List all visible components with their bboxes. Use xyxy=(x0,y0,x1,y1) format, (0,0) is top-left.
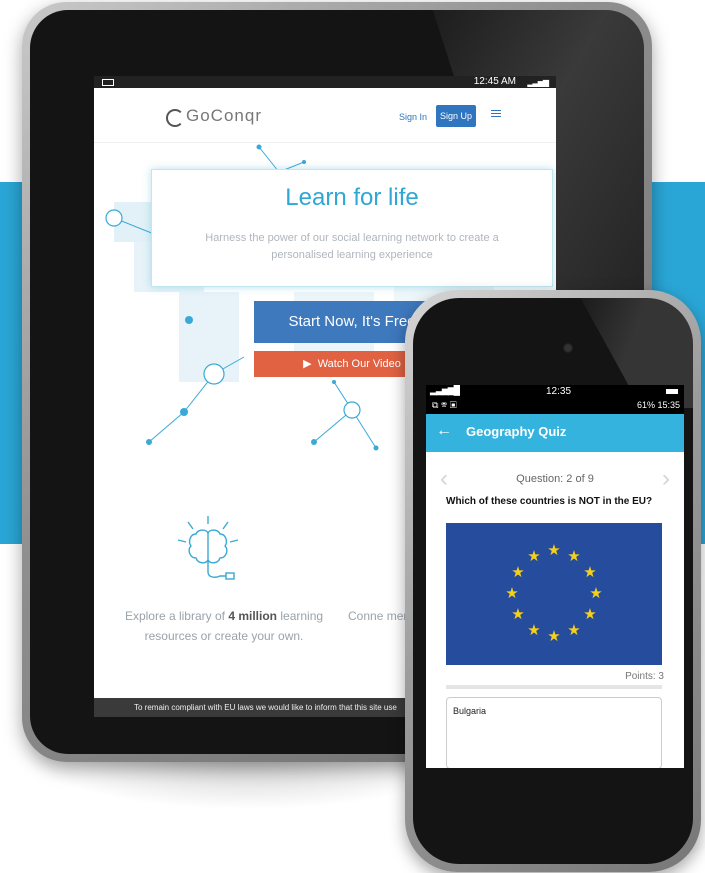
play-icon: ▶ xyxy=(303,358,318,370)
sign-in-link[interactable]: Sign In xyxy=(399,112,427,122)
signal-icon: ▂▃▅▆█ xyxy=(430,385,460,395)
explore-prefix: Explore a library of xyxy=(124,609,229,623)
flag-star: ★ xyxy=(527,548,541,565)
explore-text: Explore a library of 4 million learning … xyxy=(124,606,324,646)
flag-star: ★ xyxy=(567,622,581,639)
flag-star: ★ xyxy=(547,628,561,645)
android-status-right: 61% 15:35 xyxy=(636,400,680,410)
site-navbar: GoConqr Sign In Sign Up xyxy=(94,88,556,143)
flag-star: ★ xyxy=(527,622,541,639)
question-counter: Question: 2 of 9 xyxy=(516,473,594,485)
eu-flag-icon: ★ ★ ★ ★ ★ ★ ★ ★ ★ ★ ★ ★ xyxy=(446,523,662,665)
phone-status-bar: ▂▃▅▆█ 12:35 xyxy=(426,385,684,399)
flag-star: ★ xyxy=(583,564,597,581)
divider xyxy=(446,685,662,689)
battery-icon xyxy=(102,79,114,86)
status-time: 12:45 AM xyxy=(473,76,516,87)
answer-text: Bulgaria xyxy=(453,706,487,716)
quiz-app-bar: ← Geography Quiz xyxy=(426,414,684,452)
chevron-right-icon[interactable]: › xyxy=(662,465,670,493)
tablet-status-bar: 12:45 AM ▂▃▅▆ xyxy=(94,76,556,88)
battery-icon xyxy=(666,389,678,394)
signal-icon: ▂▃▅▆ xyxy=(527,78,549,87)
flag-star: ★ xyxy=(567,548,581,565)
phone-status-time: 12:35 xyxy=(546,386,572,397)
android-status-bar: ⧉ ☏ ▣ 61% 15:35 xyxy=(426,399,684,414)
goconqr-logo-icon xyxy=(166,109,184,127)
notification-icons: ⧉ ☏ ▣ xyxy=(432,400,457,410)
hero-title: Learn for life xyxy=(285,184,419,211)
flag-star: ★ xyxy=(511,606,525,623)
brain-icon xyxy=(177,516,239,580)
flag-star: ★ xyxy=(589,585,603,602)
phone-camera xyxy=(563,343,573,353)
watch-video-label: Watch Our Video xyxy=(317,358,401,370)
flag-star: ★ xyxy=(547,542,561,559)
phone-screen: ▂▃▅▆█ 12:35 ⧉ ☏ ▣ 61% 15:35 ← Geography … xyxy=(426,385,684,768)
flag-star: ★ xyxy=(511,564,525,581)
quiz-title: Geography Quiz xyxy=(466,424,567,439)
flag-star: ★ xyxy=(583,606,597,623)
hero-subtitle: Harness the power of our social learning… xyxy=(205,232,499,261)
sign-up-button[interactable]: Sign Up xyxy=(436,105,476,127)
question-text: Which of these countries is NOT in the E… xyxy=(446,496,653,507)
points-label: Points: 3 xyxy=(625,671,664,682)
flag-star: ★ xyxy=(505,585,519,602)
back-arrow-icon[interactable]: ← xyxy=(436,422,452,440)
explore-bold: 4 million xyxy=(228,609,278,623)
hamburger-menu-icon[interactable] xyxy=(491,108,501,118)
hero-card: Learn for life Harness the power of our … xyxy=(151,169,553,287)
logo-text[interactable]: GoConqr xyxy=(186,106,262,126)
answer-option[interactable]: Bulgaria xyxy=(446,697,662,768)
